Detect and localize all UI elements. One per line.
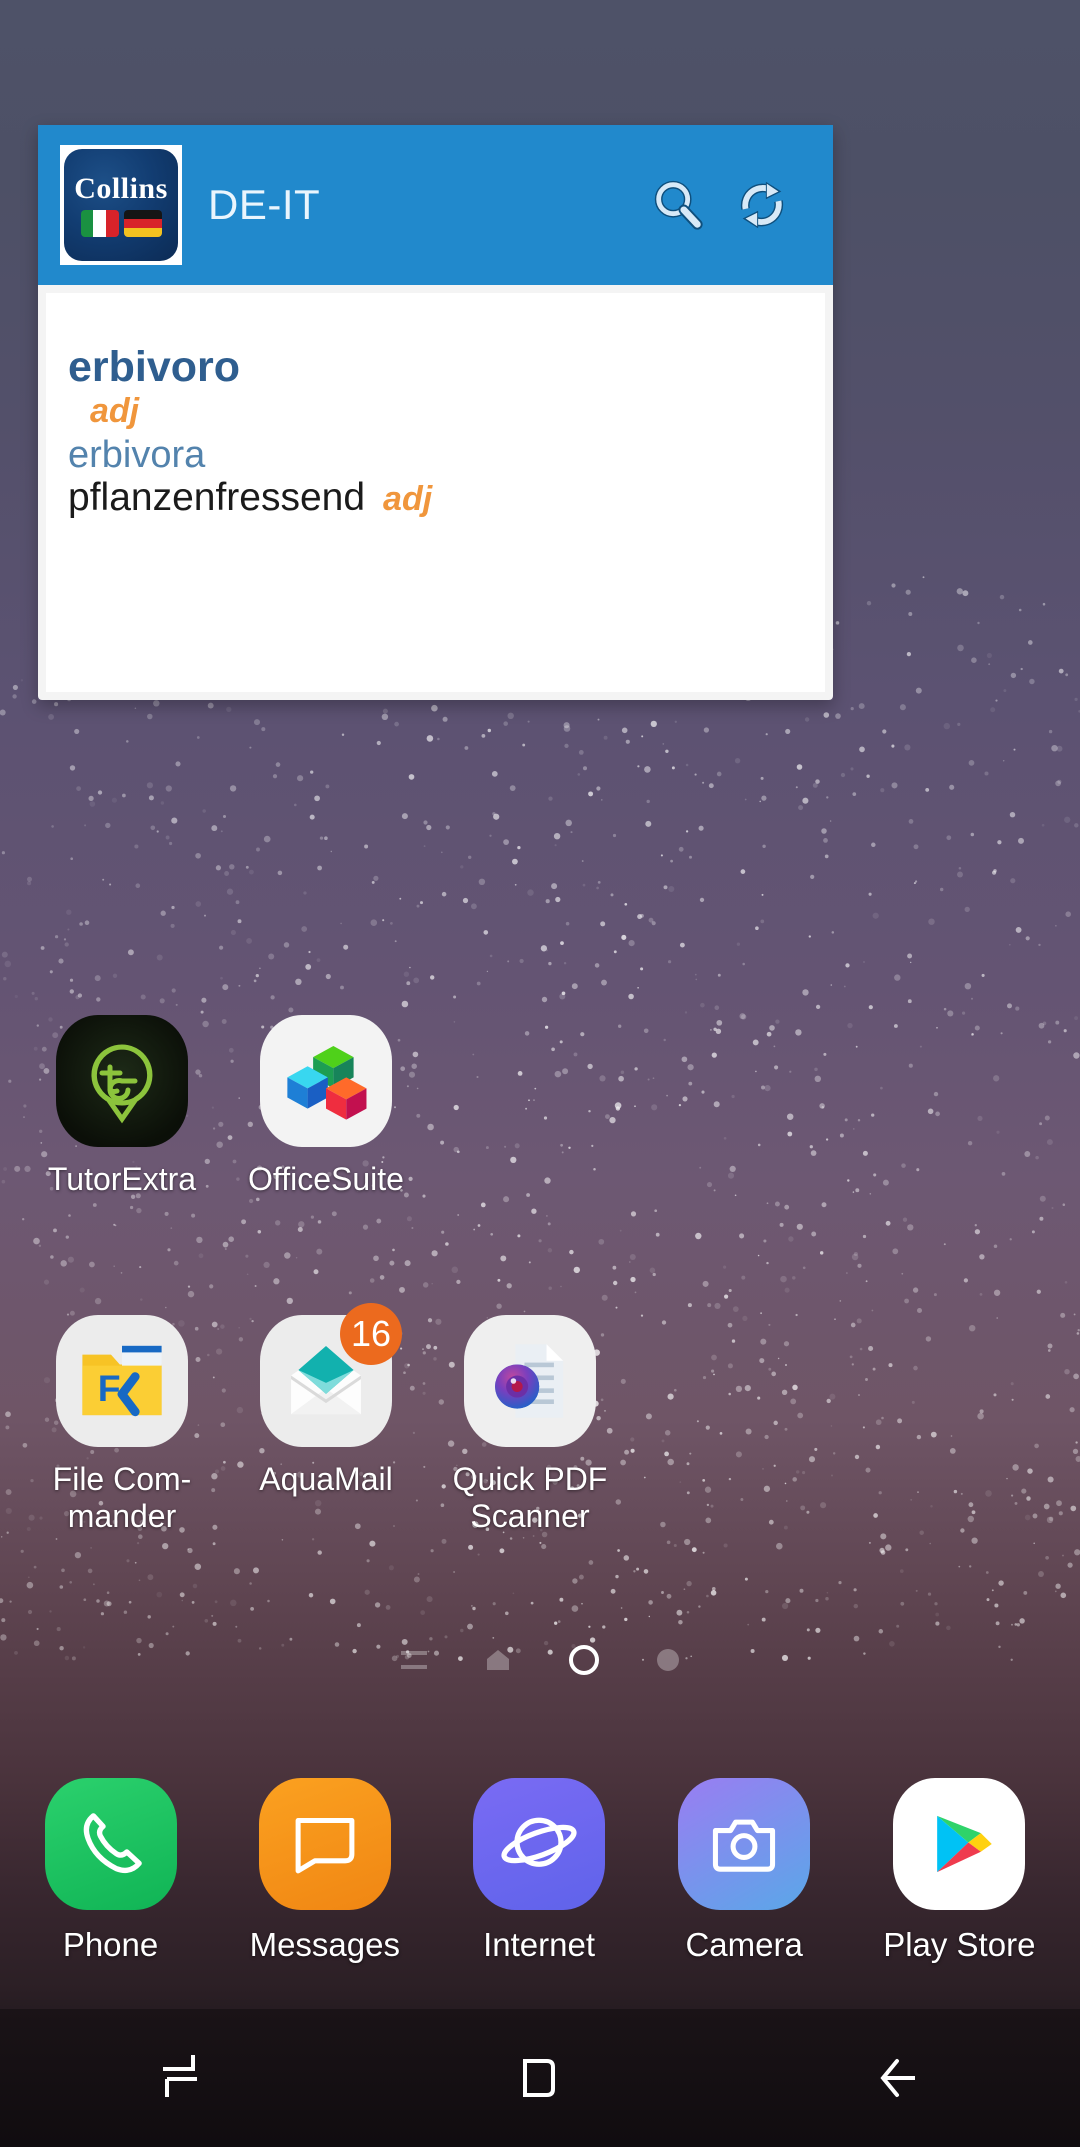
entry-translation: pflanzenfressend [68, 476, 366, 520]
italy-flag [80, 209, 119, 237]
camera-icon[interactable] [678, 1778, 811, 1910]
collins-brand-text: Collins [74, 171, 168, 205]
navigation-bar [0, 2009, 1080, 2147]
dock-label: Phone [62, 1926, 159, 1963]
dock-internet[interactable]: Internet [473, 1778, 606, 1964]
recents-icon [163, 2055, 197, 2097]
widget-content-panel: erbivoro adj erbivora pflanzenfressend a… [38, 285, 833, 700]
home-screen: Collins DE-IT erbivoro adj erbivora pfla… [0, 0, 1080, 2147]
dock-label: Internet [483, 1926, 596, 1963]
entry-headword: erbivoro [68, 343, 241, 391]
dock-label: Play Store [883, 1926, 1036, 1963]
dock-messages[interactable]: Messages [250, 1778, 400, 1964]
app-label: Quick PDF Scanner [452, 1461, 608, 1535]
widget-language-pair: DE-IT [208, 181, 321, 228]
planet-icon[interactable] [473, 1778, 606, 1910]
widget-header: Collins DE-IT [38, 125, 833, 285]
dock-label: Messages [249, 1926, 400, 1963]
tutorextra-icon[interactable] [56, 1015, 188, 1147]
dock-phone[interactable]: Phone [44, 1778, 177, 1964]
nav-home-button[interactable] [450, 2009, 630, 2147]
dock-camera[interactable]: Camera [678, 1778, 811, 1964]
entry-translation-part-of-speech: adj [383, 480, 433, 519]
dock-play-store[interactable]: Play Store [883, 1778, 1035, 1964]
quick-pdf-scanner-icon[interactable] [464, 1315, 596, 1447]
search-icon[interactable] [649, 176, 707, 234]
entry-part-of-speech: adj [90, 392, 140, 431]
app-tutorextra[interactable]: TutorExtra [20, 1015, 224, 1198]
page-dot-current[interactable] [569, 1645, 599, 1675]
app-row-2: F File Com- mander 16 AquaMail Quick PDF… [0, 1303, 1080, 1535]
home-square-icon [523, 2059, 555, 2097]
collins-app-icon[interactable]: Collins [60, 145, 182, 265]
entry-translation-row: pflanzenfressend adj [68, 477, 825, 520]
page-dot-next[interactable] [657, 1649, 679, 1671]
app-row-1: TutorExtra OfficeSuite [0, 1015, 1080, 1198]
widget-action-bar [649, 176, 833, 234]
refresh-icon[interactable] [733, 176, 791, 234]
app-officesuite[interactable]: OfficeSuite [224, 1015, 428, 1198]
app-label: File Com- mander [52, 1461, 192, 1535]
dock-label: Camera [685, 1926, 803, 1963]
officesuite-icon[interactable] [260, 1015, 392, 1147]
app-file-commander[interactable]: F File Com- mander [20, 1315, 224, 1535]
svg-text:F: F [98, 1367, 121, 1409]
app-label: AquaMail [259, 1461, 393, 1497]
dock: Phone Messages Internet Camera Play Stor… [0, 1778, 1080, 1964]
nav-recents-button[interactable] [90, 2009, 270, 2147]
dictionary-entry-card[interactable]: erbivoro adj erbivora pflanzenfressend a… [46, 293, 825, 692]
notification-badge: 16 [340, 1303, 402, 1365]
germany-flag [123, 209, 162, 237]
entry-inflected-form: erbivora [68, 433, 206, 476]
app-quick-pdf-scanner[interactable]: Quick PDF Scanner [428, 1315, 632, 1535]
page-indicator [0, 1645, 1080, 1675]
page-dot-bixby[interactable] [401, 1651, 427, 1669]
phone-icon[interactable] [44, 1778, 177, 1910]
back-arrow-icon [880, 2059, 915, 2097]
file-commander-icon[interactable]: F [56, 1315, 188, 1447]
play-store-icon[interactable] [893, 1778, 1026, 1910]
page-dot-home[interactable] [485, 1647, 511, 1673]
icon-flags [80, 209, 162, 237]
app-label: TutorExtra [47, 1161, 197, 1197]
message-bubble-icon[interactable] [258, 1778, 391, 1910]
collins-dictionary-widget[interactable]: Collins DE-IT erbivoro adj erbivora pfla… [38, 125, 833, 700]
app-aquamail[interactable]: 16 AquaMail [224, 1303, 428, 1535]
nav-back-button[interactable] [810, 2009, 990, 2147]
app-label: OfficeSuite [248, 1161, 404, 1197]
